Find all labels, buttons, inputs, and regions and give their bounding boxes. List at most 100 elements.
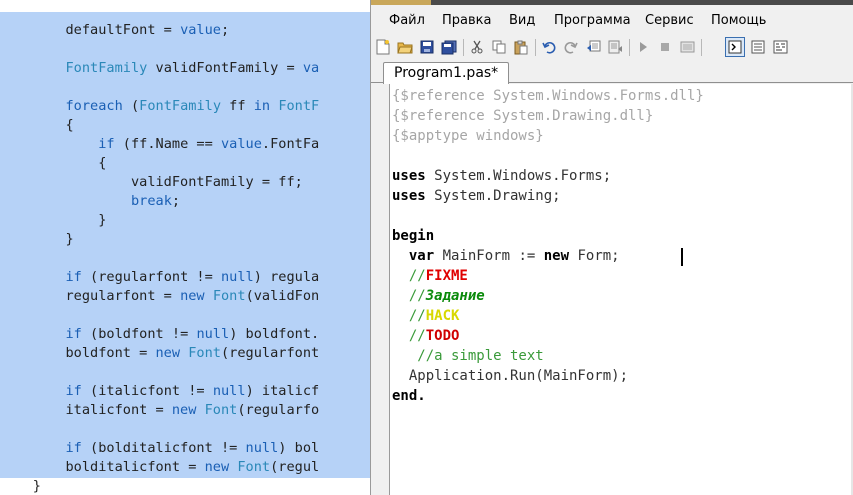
code-token: new bbox=[155, 345, 181, 361]
code-token: (boldfont != bbox=[81, 326, 197, 342]
background-code-line: regularfont = new Font(validFon bbox=[0, 287, 319, 306]
code-token: Form; bbox=[569, 248, 620, 264]
code-token: null bbox=[245, 440, 279, 456]
redo-icon[interactable] bbox=[562, 38, 580, 56]
code-token: uses bbox=[392, 188, 426, 204]
paste-icon[interactable] bbox=[512, 38, 530, 56]
code-token: ff bbox=[221, 98, 254, 114]
code-token: { bbox=[0, 117, 74, 133]
toolbar-separator bbox=[463, 39, 464, 56]
tab-program1-pas[interactable]: Program1.pas* bbox=[383, 62, 510, 84]
code-token: } bbox=[0, 212, 107, 228]
code-token: validFontFamily = ff; bbox=[0, 174, 303, 190]
code-token: TODO bbox=[425, 328, 460, 344]
code-token: italicfont = bbox=[0, 402, 172, 418]
code-token: FIXME bbox=[425, 268, 468, 284]
code-token: } bbox=[0, 478, 41, 494]
background-code-line: boldfont = new Font(regularfont bbox=[0, 344, 319, 363]
undo-icon[interactable] bbox=[540, 38, 558, 56]
code-token: ) regula bbox=[253, 269, 320, 285]
code-token: {$reference System.Windows.Forms.dll} bbox=[392, 88, 704, 104]
menu-help[interactable]: Помощь bbox=[711, 12, 766, 30]
toolbar bbox=[371, 36, 853, 60]
code-token: bolditalicfont = bbox=[0, 459, 205, 475]
background-code-editor[interactable]: defaultFont = value; FontFamily validFon… bbox=[0, 0, 372, 495]
code-token: ; bbox=[220, 22, 230, 38]
code-token: (regularfont bbox=[221, 345, 320, 361]
open-folder-icon[interactable] bbox=[396, 38, 414, 56]
menu-bar: Файл Правка Вид Программа Сервис Помощь bbox=[371, 8, 853, 34]
code-token: in bbox=[253, 98, 271, 114]
console-output-icon[interactable] bbox=[725, 37, 745, 57]
background-code-line: { bbox=[0, 154, 106, 173]
code-line: //HACK bbox=[392, 306, 460, 326]
text-cursor bbox=[681, 248, 683, 266]
code-window-icon[interactable] bbox=[771, 38, 789, 56]
menu-file[interactable]: Файл bbox=[389, 12, 425, 30]
background-code-line: if (italicfont != null) italicf bbox=[0, 382, 319, 401]
code-line: uses System.Windows.Forms; bbox=[392, 166, 611, 186]
code-token: FontFamily bbox=[65, 60, 148, 76]
menu-view[interactable]: Вид bbox=[509, 12, 535, 30]
code-token: (regularfont != bbox=[81, 269, 221, 285]
save-all-icon[interactable] bbox=[440, 38, 458, 56]
menu-service[interactable]: Сервис bbox=[645, 12, 694, 30]
code-line: //a simple text bbox=[392, 346, 544, 366]
code-token: Font bbox=[204, 402, 238, 418]
code-token: new bbox=[180, 288, 205, 304]
document-tab-bar: Program1.pas* bbox=[371, 60, 853, 84]
background-code-line: foreach (FontFamily ff in FontF bbox=[0, 97, 319, 116]
background-code-line: if (boldfont != null) boldfont. bbox=[0, 325, 319, 344]
code-line: {$reference System.Windows.Forms.dll} bbox=[392, 86, 704, 106]
format-code-icon[interactable] bbox=[584, 38, 602, 56]
code-token: if bbox=[98, 136, 115, 152]
code-token: MainForm := bbox=[434, 248, 544, 264]
code-token: va bbox=[302, 60, 320, 76]
code-token: null bbox=[196, 326, 230, 342]
code-token: new bbox=[204, 459, 230, 475]
title-strip-accent bbox=[371, 0, 431, 5]
background-code-line: if (ff.Name == value.FontFa bbox=[0, 135, 319, 154]
code-token: ; bbox=[171, 193, 181, 209]
stop-icon[interactable] bbox=[656, 38, 674, 56]
code-line: //TODO bbox=[392, 326, 460, 346]
code-token: //a simple text bbox=[392, 348, 544, 364]
cut-icon[interactable] bbox=[468, 38, 486, 56]
code-line: Application.Run(MainForm); bbox=[392, 366, 628, 386]
run-icon[interactable] bbox=[634, 38, 652, 56]
code-token: end. bbox=[392, 388, 426, 404]
menu-program[interactable]: Программа bbox=[554, 12, 631, 30]
background-code-line: } bbox=[0, 211, 106, 230]
save-icon[interactable] bbox=[418, 38, 436, 56]
code-token: value bbox=[221, 136, 262, 152]
copy-icon[interactable] bbox=[490, 38, 508, 56]
code-line: begin bbox=[392, 226, 434, 246]
code-token: Font bbox=[188, 345, 221, 361]
code-token: boldfont = bbox=[0, 345, 156, 361]
code-token: new bbox=[171, 402, 197, 418]
code-token: uses bbox=[392, 168, 426, 184]
new-file-icon[interactable] bbox=[374, 38, 392, 56]
code-token: // bbox=[392, 308, 426, 324]
debug-icon[interactable] bbox=[678, 38, 696, 56]
code-editor[interactable]: {$reference System.Windows.Forms.dll} {$r… bbox=[389, 84, 853, 495]
background-code-line: italicfont = new Font(regularfo bbox=[0, 401, 319, 420]
code-line: {$apptype windows} bbox=[392, 126, 544, 146]
background-code-line: { bbox=[0, 116, 74, 135]
code-token: ) italicf bbox=[245, 383, 320, 399]
background-code-line: defaultFont = value; bbox=[0, 21, 229, 40]
menu-edit[interactable]: Правка bbox=[442, 12, 491, 30]
code-token: if bbox=[65, 269, 82, 285]
code-token: value bbox=[180, 22, 221, 38]
code-token: regularfont = bbox=[0, 288, 181, 304]
code-token: HACK bbox=[425, 308, 460, 324]
list-icon[interactable] bbox=[749, 38, 767, 56]
compile-icon[interactable] bbox=[606, 38, 624, 56]
